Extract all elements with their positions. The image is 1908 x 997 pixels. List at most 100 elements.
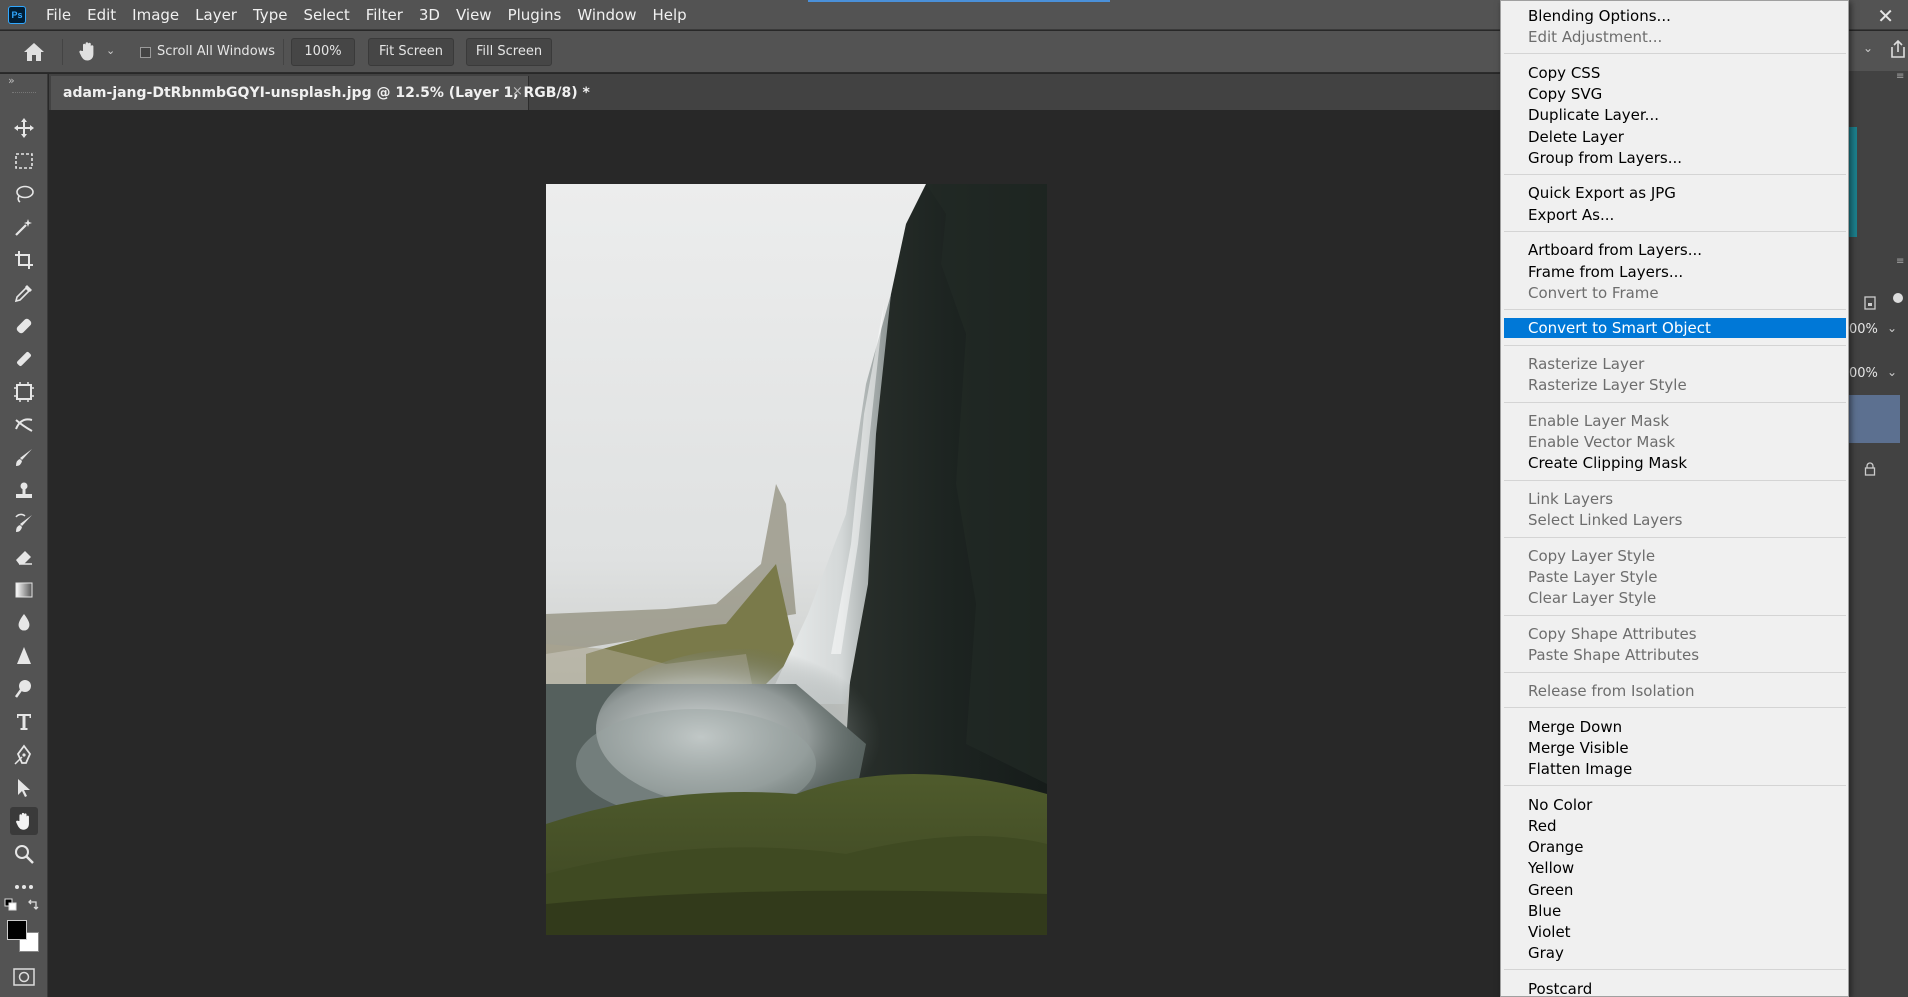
menu-item-create-clipping-mask[interactable]: Create Clipping Mask <box>1504 453 1846 473</box>
swatch-preview <box>1849 127 1857 237</box>
menu-select[interactable]: Select <box>295 0 357 30</box>
zoom-100-button[interactable]: 100% <box>291 38 355 66</box>
menu-item-blending-options[interactable]: Blending Options... <box>1504 6 1846 26</box>
scroll-all-windows-checkbox[interactable] <box>140 47 151 58</box>
menu-window[interactable]: Window <box>569 0 644 30</box>
menu-layer[interactable]: Layer <box>187 0 245 30</box>
menu-item-copy-css[interactable]: Copy CSS <box>1504 63 1846 83</box>
menu-item-frame-from-layers[interactable]: Frame from Layers... <box>1504 262 1846 282</box>
gradient-icon[interactable] <box>10 576 38 604</box>
menu-edit[interactable]: Edit <box>79 0 124 30</box>
pen-tool-icon[interactable] <box>10 741 38 769</box>
menu-item-duplicate-layer[interactable]: Duplicate Layer... <box>1504 105 1846 125</box>
menu-item-orange[interactable]: Orange <box>1504 837 1846 857</box>
frame-tool-icon[interactable] <box>10 378 38 406</box>
zoom-tool-icon[interactable] <box>10 840 38 868</box>
menu-item-group-from-layers[interactable]: Group from Layers... <box>1504 148 1846 168</box>
chevron-down-icon[interactable]: ⌄ <box>1863 41 1873 55</box>
default-colors-icon[interactable] <box>4 898 18 912</box>
menu-item-yellow[interactable]: Yellow <box>1504 858 1846 878</box>
menu-item-no-color[interactable]: No Color <box>1504 795 1846 815</box>
menu-image[interactable]: Image <box>124 0 187 30</box>
menu-item-convert-to-smart-object[interactable]: Convert to Smart Object <box>1504 318 1846 339</box>
menu-item-flatten-image[interactable]: Flatten Image <box>1504 759 1846 779</box>
eraser-icon[interactable] <box>10 543 38 571</box>
document-tab[interactable]: adam-jang-DtRbnmbGQYI-unsplash.jpg @ 12.… <box>51 76 590 110</box>
swap-colors-icon[interactable] <box>26 898 40 912</box>
spot-healing-icon[interactable] <box>10 312 38 340</box>
menu-separator <box>1504 308 1846 310</box>
menu-item-merge-visible[interactable]: Merge Visible <box>1504 738 1846 758</box>
visibility-dot-icon[interactable] <box>1893 293 1903 303</box>
more-tools-icon[interactable] <box>10 873 38 901</box>
lock-pixels-icon[interactable] <box>1863 295 1877 311</box>
menu-item-merge-down[interactable]: Merge Down <box>1504 717 1846 737</box>
history-brush-icon[interactable] <box>10 510 38 538</box>
layer-lock-icon[interactable] <box>1863 461 1877 477</box>
marquee-tool-icon[interactable] <box>10 147 38 175</box>
close-document-icon[interactable]: × <box>512 84 523 99</box>
magic-wand-icon[interactable] <box>10 213 38 241</box>
dodge-icon[interactable] <box>10 675 38 703</box>
blur-icon[interactable] <box>10 609 38 637</box>
canvas-area[interactable] <box>49 110 1509 997</box>
paint-brush-icon[interactable] <box>10 444 38 472</box>
menu-file[interactable]: File <box>38 0 79 30</box>
menu-item-gray[interactable]: Gray <box>1504 943 1846 963</box>
menu-item-artboard-from-layers[interactable]: Artboard from Layers... <box>1504 240 1846 260</box>
menu-view[interactable]: View <box>448 0 500 30</box>
crop-tool-icon[interactable] <box>10 246 38 274</box>
hand-tool-preset-icon[interactable] <box>76 39 100 63</box>
menu-item-blue[interactable]: Blue <box>1504 901 1846 921</box>
panel-grip[interactable] <box>12 92 36 94</box>
stamp-icon[interactable] <box>10 477 38 505</box>
fill-screen-button[interactable]: Fill Screen <box>466 38 552 66</box>
fill-value[interactable]: 00% <box>1849 366 1878 381</box>
foreground-color-swatch[interactable] <box>7 920 27 940</box>
photoshop-logo-icon[interactable]: Ps <box>8 5 26 24</box>
menu-item-copy-svg[interactable]: Copy SVG <box>1504 84 1846 104</box>
panel-menu-icon[interactable]: ≡ <box>1896 71 1904 82</box>
panel-menu-icon[interactable]: ≡ <box>1896 256 1904 267</box>
share-icon[interactable] <box>1889 39 1907 59</box>
menu-item-red[interactable]: Red <box>1504 816 1846 836</box>
collapse-panel-icon[interactable]: » <box>8 74 15 87</box>
opacity-value[interactable]: 00% <box>1849 322 1878 337</box>
hand-tool-icon[interactable] <box>10 807 38 835</box>
sharpen-icon[interactable] <box>10 642 38 670</box>
selected-layer-row[interactable] <box>1849 395 1900 443</box>
eyedropper-icon[interactable] <box>10 279 38 307</box>
opacity-dropdown-icon[interactable]: ⌄ <box>1887 321 1897 335</box>
menu-type[interactable]: Type <box>245 0 295 30</box>
window-close-icon[interactable]: ✕ <box>1877 4 1894 28</box>
menu-3d[interactable]: 3D <box>411 0 448 30</box>
menu-item-postcard[interactable]: Postcard <box>1504 979 1846 997</box>
menu-item-green[interactable]: Green <box>1504 880 1846 900</box>
layer-context-menu: Blending Options... Edit Adjustment... Cop… <box>1500 0 1849 997</box>
menu-separator <box>1504 230 1846 232</box>
menu-item-delete-layer[interactable]: Delete Layer <box>1504 127 1846 147</box>
lasso-tool-icon[interactable] <box>10 180 38 208</box>
menu-separator <box>1504 614 1846 616</box>
menu-plugins[interactable]: Plugins <box>500 0 570 30</box>
menu-item-rasterize-layer-style: Rasterize Layer Style <box>1528 376 1687 395</box>
type-tool-icon[interactable] <box>10 708 38 736</box>
menu-separator <box>1504 536 1846 538</box>
document-tab-bar: adam-jang-DtRbnmbGQYI-unsplash.jpg @ 12.… <box>49 74 1509 110</box>
menu-item-enable-vector-mask: Enable Vector Mask <box>1528 433 1676 452</box>
move-tool-icon[interactable] <box>10 114 38 142</box>
home-icon[interactable] <box>22 41 46 63</box>
patch-icon[interactable] <box>10 411 38 439</box>
tool-preset-chevron-down-icon[interactable]: ⌄ <box>106 44 115 57</box>
fill-dropdown-icon[interactable]: ⌄ <box>1887 365 1897 379</box>
brush-icon[interactable] <box>10 345 38 373</box>
menu-item-export-as[interactable]: Export As... <box>1504 205 1846 225</box>
menu-item-convert-to-frame: Convert to Frame <box>1528 283 1659 302</box>
menu-help[interactable]: Help <box>644 0 694 30</box>
menu-item-violet[interactable]: Violet <box>1504 922 1846 942</box>
fit-screen-button[interactable]: Fit Screen <box>368 38 454 66</box>
menu-filter[interactable]: Filter <box>358 0 411 30</box>
path-selection-icon[interactable] <box>10 774 38 802</box>
quick-mask-icon[interactable] <box>12 967 36 987</box>
menu-item-quick-export-as-jpg[interactable]: Quick Export as JPG <box>1504 183 1846 203</box>
